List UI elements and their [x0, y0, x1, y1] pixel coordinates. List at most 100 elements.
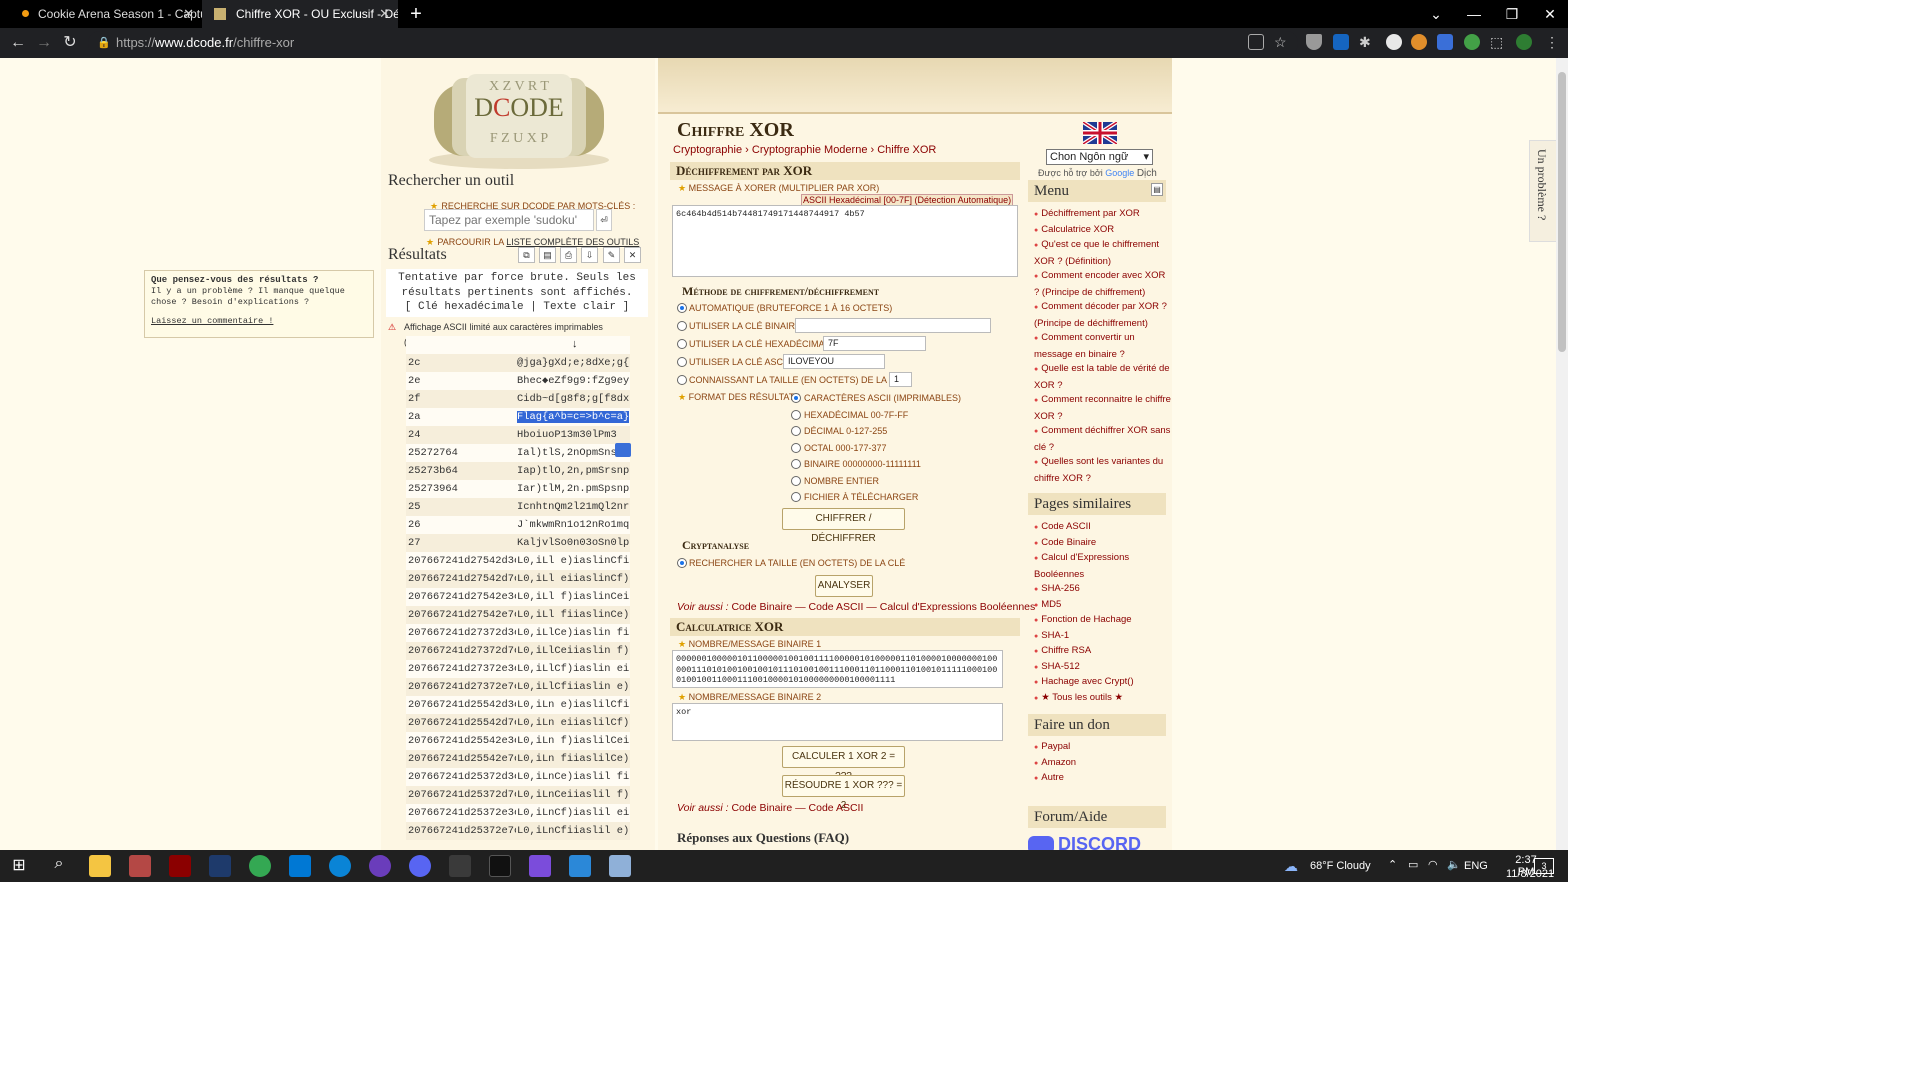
format-radio[interactable]: [791, 475, 801, 486]
color-extension-icon[interactable]: [1386, 34, 1402, 50]
result-plaintext[interactable]: L0,iLn f)iaslilCei: [517, 732, 629, 750]
donate-link[interactable]: ● Paypal: [1034, 739, 1172, 756]
menu-link[interactable]: ● Calculatrice XOR: [1034, 222, 1172, 239]
hex-key-input[interactable]: 7F: [823, 336, 926, 351]
download-icon[interactable]: ⇩: [581, 247, 598, 263]
format-radio[interactable]: [791, 492, 801, 502]
ida-icon[interactable]: [169, 855, 191, 877]
gear-extension-icon[interactable]: ✱: [1359, 34, 1375, 50]
result-plaintext[interactable]: KaljvlSo0n03oSn0lp: [517, 534, 629, 552]
tab-cookie-arena[interactable]: Cookie Arena Season 1 - Capture ✕: [4, 0, 202, 28]
format-radio[interactable]: [791, 393, 801, 403]
solve-xor-button[interactable]: RÉSOUDRE 1 XOR ??? = 2: [782, 775, 905, 811]
key-size-input[interactable]: 1: [889, 372, 912, 387]
gt-suffix[interactable]: Dịch: [1137, 168, 1157, 179]
format-radio[interactable]: [791, 426, 801, 436]
breadcrumb-link[interactable]: Cryptographie: [673, 144, 742, 156]
result-plaintext[interactable]: L0,iLl e)iaslinCfi: [517, 552, 629, 570]
binary-key-radio[interactable]: [677, 321, 687, 331]
ascii-key-input[interactable]: ILOVEYOU: [783, 354, 885, 369]
format-radio[interactable]: [791, 442, 801, 453]
close-results-icon[interactable]: ✕: [624, 247, 641, 263]
chrome-icon[interactable]: [249, 855, 271, 877]
result-plaintext[interactable]: Iap)tlO,2n,pmSrsnp: [517, 462, 629, 480]
similar-link[interactable]: ● Calcul d'Expressions Booléennes: [1034, 550, 1172, 582]
close-tab-icon[interactable]: ✕: [379, 0, 390, 28]
result-plaintext[interactable]: L0,iLlCfiiaslin e): [517, 678, 629, 696]
search-button[interactable]: ⏎: [596, 209, 612, 231]
forward-icon[interactable]: →: [33, 32, 55, 54]
result-plaintext[interactable]: J`mkwmRn1o12nRo1mq: [517, 516, 629, 534]
result-plaintext[interactable]: L0,iLnCe)iaslil fi: [517, 768, 629, 786]
result-plaintext[interactable]: L0,iLl eiiaslinCf): [517, 570, 629, 588]
discord-logo[interactable]: DISCORD: [1028, 834, 1164, 850]
result-plaintext[interactable]: L0,iLn eiiaslilCf): [517, 714, 629, 732]
key-size-radio[interactable]: [677, 375, 687, 385]
menu-link[interactable]: ● Comment encoder avec XOR ? (Principe de…: [1034, 268, 1172, 300]
windows-start-icon[interactable]: ⊞: [8, 855, 30, 877]
result-plaintext[interactable]: L0,iLn e)iaslilCfi: [517, 696, 629, 714]
menu-link[interactable]: ● Comment convertir un message en binaire…: [1034, 330, 1172, 362]
translate-popup-icon[interactable]: [615, 443, 631, 457]
result-plaintext[interactable]: L0,iLn fiiaslilCe): [517, 750, 629, 768]
result-plaintext[interactable]: Bhec◆eZf9g9:fZg9ey: [517, 372, 629, 390]
edge-icon[interactable]: [329, 855, 351, 877]
similar-link[interactable]: ● Fonction de Hachage: [1034, 612, 1172, 629]
format-radio[interactable]: [791, 409, 801, 420]
comment-link[interactable]: Laissez un commentaire !: [151, 316, 367, 327]
similar-link[interactable]: ● Code Binaire: [1034, 535, 1172, 552]
profile-avatar[interactable]: [1516, 34, 1532, 50]
terminal-icon[interactable]: [489, 855, 511, 877]
vscode-icon[interactable]: [289, 855, 311, 877]
file-explorer-icon[interactable]: [89, 855, 111, 877]
j-extension-icon[interactable]: [1333, 34, 1349, 50]
result-plaintext[interactable]: HboiuoP13m30lPm3: [517, 426, 629, 444]
sort-arrow-icon[interactable]: ↓: [572, 338, 578, 350]
see-also-link[interactable]: Code ASCII: [809, 601, 864, 613]
address-bar[interactable]: 🔒 https://www.dcode.fr/chiffre-xor: [88, 31, 1298, 55]
cookie-extension-icon[interactable]: [1411, 34, 1427, 50]
binary1-textarea[interactable]: 0000001000001011000001001001111000001010…: [672, 650, 1003, 688]
bookmark-star-icon[interactable]: ☆: [1274, 34, 1290, 50]
format-radio[interactable]: [791, 459, 801, 469]
app-icon[interactable]: [449, 855, 471, 877]
result-plaintext[interactable]: L0,iLnCeiiaslil f): [517, 786, 629, 804]
similar-link[interactable]: ● Chiffre RSA: [1034, 643, 1172, 660]
result-plaintext[interactable]: L0,iLl fiiaslinCe): [517, 606, 629, 624]
dcode-logo[interactable]: DCODE X Z V R T F Z U X P: [412, 64, 626, 170]
tab-search-icon[interactable]: ⌄: [1424, 0, 1448, 28]
donate-link[interactable]: ● Amazon: [1034, 755, 1172, 772]
menu-link[interactable]: ● Quelles sont les variantes du chiffre X…: [1034, 454, 1172, 486]
similar-link[interactable]: ● MD5: [1034, 597, 1172, 614]
search-icon[interactable]: ⌕: [48, 855, 70, 877]
puzzle-extensions-icon[interactable]: ⬚: [1490, 34, 1506, 50]
donate-link[interactable]: ● Autre: [1034, 770, 1172, 787]
result-plaintext[interactable]: L0,iLnCf)iaslil ei: [517, 804, 629, 822]
menu-link[interactable]: ● Qu'est ce que le chiffrement XOR ? (Déf…: [1034, 237, 1172, 269]
result-plaintext[interactable]: Cidb~d[g8f8;g[f8dx: [517, 390, 629, 408]
encrypt-decrypt-button[interactable]: CHIFFRER / DÉCHIFFRER: [782, 508, 905, 544]
result-plaintext[interactable]: L0,iLnCfiiaslil e): [517, 822, 629, 840]
notification-icon[interactable]: 3: [1534, 858, 1554, 874]
message-textarea[interactable]: 6c464b4d514b74481749171448744917 4b57: [672, 205, 1018, 277]
print-icon[interactable]: ⎙: [560, 247, 577, 263]
result-plaintext[interactable]: L0,iLl f)iaslinCei: [517, 588, 629, 606]
collapse-menu-icon[interactable]: ▤: [1151, 183, 1163, 196]
result-plaintext[interactable]: L0,iLlCeiiaslin f): [517, 642, 629, 660]
similar-link[interactable]: ● ★ Tous les outils ★: [1034, 690, 1172, 707]
see-also-link[interactable]: Code ASCII: [809, 802, 864, 814]
result-plaintext[interactable]: IcnhtnQm2l21mQl2nr: [517, 498, 629, 516]
restore-icon[interactable]: ❐: [1500, 0, 1524, 28]
editor-icon[interactable]: [609, 855, 631, 877]
close-tab-icon[interactable]: ✕: [183, 0, 194, 28]
dev-cpp-icon[interactable]: [209, 855, 231, 877]
back-icon[interactable]: ←: [7, 32, 29, 54]
volume-icon[interactable]: 🔈: [1447, 858, 1461, 871]
breadcrumb-link[interactable]: Chiffre XOR: [877, 144, 936, 156]
snipping-tool-icon[interactable]: [129, 855, 151, 877]
tools-list-link[interactable]: LISTE COMPLÈTE DES OUTILS: [506, 237, 639, 247]
result-plaintext[interactable]: @jga}gXd;e;8dXe;g{: [517, 354, 629, 372]
menu-link[interactable]: ● Comment décoder par XOR ? (Principe de …: [1034, 299, 1172, 331]
language-indicator[interactable]: ENG: [1464, 860, 1488, 872]
similar-link[interactable]: ● SHA-1: [1034, 628, 1172, 645]
